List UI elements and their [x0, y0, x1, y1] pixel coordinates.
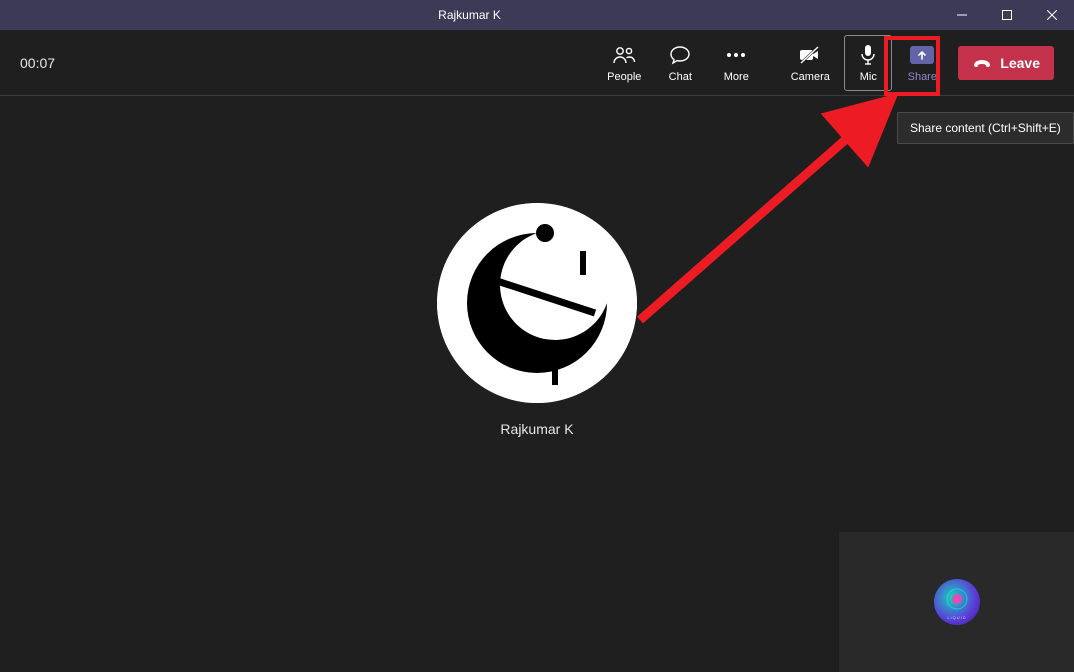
window-controls [939, 0, 1074, 30]
svg-text:LIQUID: LIQUID [947, 615, 966, 620]
camera-off-icon [798, 43, 822, 67]
people-icon [612, 43, 636, 67]
annotation-arrow [620, 90, 920, 330]
call-toolbar: 00:07 People Chat More Camera [0, 30, 1074, 96]
hangup-icon [972, 57, 992, 69]
leave-button[interactable]: Leave [958, 46, 1054, 80]
people-label: People [607, 71, 641, 83]
self-avatar: LIQUID [934, 579, 980, 625]
close-icon [1047, 10, 1057, 20]
avatar-icon [437, 203, 637, 403]
maximize-button[interactable] [984, 0, 1029, 30]
share-label: Share [908, 71, 937, 83]
call-window: 00:07 People Chat More Camera [0, 30, 1074, 672]
more-icon [725, 43, 747, 67]
call-timer: 00:07 [20, 55, 55, 71]
mic-icon [860, 43, 876, 67]
participant-tile: Rajkumar K [437, 203, 637, 437]
people-button[interactable]: People [596, 35, 652, 91]
participant-name: Rajkumar K [500, 421, 573, 437]
title-bar: Rajkumar K [0, 0, 1074, 30]
maximize-icon [1002, 10, 1012, 20]
share-icon [910, 43, 934, 67]
leave-label: Leave [1000, 55, 1040, 71]
more-button[interactable]: More [708, 35, 764, 91]
self-avatar-icon: LIQUID [934, 579, 980, 625]
share-tooltip-text: Share content (Ctrl+Shift+E) [910, 121, 1061, 135]
chat-button[interactable]: Chat [652, 35, 708, 91]
minimize-button[interactable] [939, 0, 984, 30]
camera-button[interactable]: Camera [782, 35, 838, 91]
minimize-icon [957, 10, 967, 20]
share-tooltip: Share content (Ctrl+Shift+E) [897, 112, 1074, 144]
self-preview[interactable]: LIQUID [839, 532, 1074, 672]
share-button[interactable]: Share [898, 35, 946, 91]
mic-label: Mic [860, 71, 877, 83]
camera-label: Camera [791, 71, 830, 83]
close-button[interactable] [1029, 0, 1074, 30]
participant-avatar [437, 203, 637, 403]
more-label: More [724, 71, 749, 83]
chat-icon [669, 43, 691, 67]
chat-label: Chat [669, 71, 692, 83]
window-title: Rajkumar K [0, 8, 939, 22]
mic-button[interactable]: Mic [844, 35, 892, 91]
